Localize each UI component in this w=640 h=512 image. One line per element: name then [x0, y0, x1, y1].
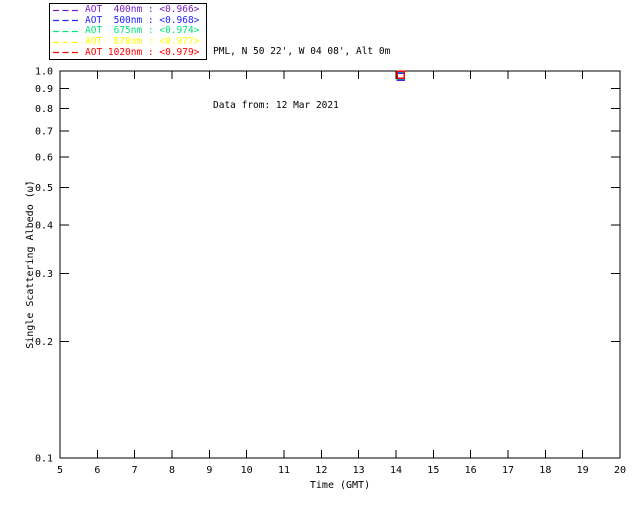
y-tick-label: 0.2 [35, 337, 53, 348]
x-tick-label: 10 [241, 465, 253, 476]
x-tick-label: 17 [502, 465, 514, 476]
x-tick-label: 9 [206, 465, 212, 476]
y-tick-label: 0.7 [35, 126, 53, 137]
y-tick-label: 0.8 [35, 104, 53, 115]
x-tick-label: 11 [278, 465, 290, 476]
y-tick-label: 0.4 [35, 221, 53, 232]
x-tick-label: 8 [169, 465, 175, 476]
x-tick-label: 7 [132, 465, 138, 476]
y-tick-label: 0.5 [35, 183, 53, 194]
x-tick-label: 14 [390, 465, 402, 476]
x-tick-label: 15 [427, 465, 439, 476]
data-markers [396, 70, 406, 82]
y-axis-title: Single Scattering Albedo (ω̃) [24, 180, 36, 349]
y-tick-label: 0.9 [35, 84, 53, 95]
y-tick-label: 0.6 [35, 152, 53, 163]
plot-border [59, 70, 621, 459]
x-tick-label: 18 [539, 465, 551, 476]
x-axis: 5 6 7 8 9 10 11 12 13 14 15 16 17 18 19 20 [57, 71, 626, 476]
x-tick-label: 12 [315, 465, 327, 476]
chart-canvas: 5 6 7 8 9 10 11 12 13 14 15 16 17 18 19 20 1.0 0.9 0.8 0.7 0… [24, 67, 626, 492]
x-tick-label: 20 [614, 465, 626, 476]
y-tick-label: 0.3 [35, 269, 53, 280]
x-axis-title: Time (GMT) [310, 480, 370, 491]
x-tick-label: 13 [353, 465, 365, 476]
x-tick-label: 19 [577, 465, 589, 476]
y-tick-label: 1.0 [35, 67, 53, 78]
x-tick-label: 16 [465, 465, 477, 476]
x-tick-label: 6 [94, 465, 100, 476]
y-tick-label: 0.1 [35, 454, 53, 465]
ssa-plot-window: AOT 400nm : <0.966> AOT 500nm : <0.968> AO… [0, 0, 640, 512]
y-axis: 1.0 0.9 0.8 0.7 0.6 0.5 0.4 0.3 0.2 0.1 [35, 67, 620, 465]
x-tick-label: 5 [57, 465, 63, 476]
